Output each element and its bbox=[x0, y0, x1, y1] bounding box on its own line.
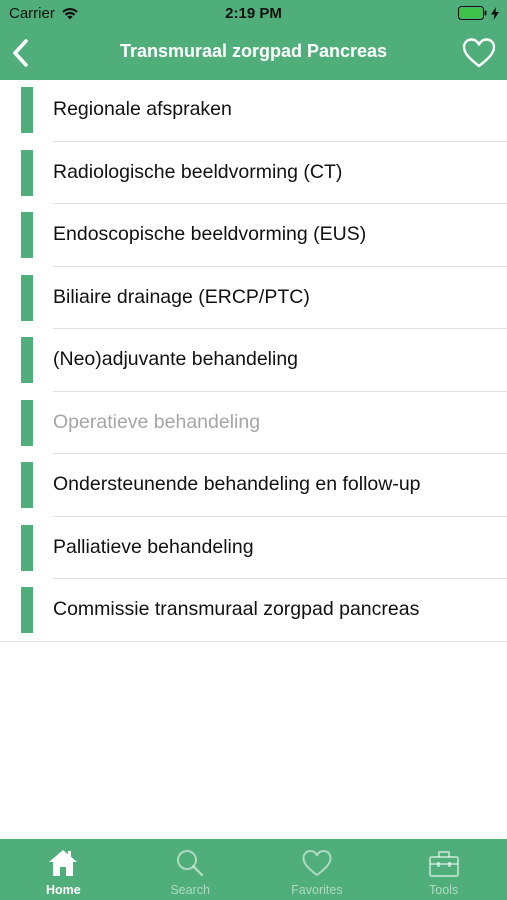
list-item-disabled: Operatieve behandeling bbox=[0, 392, 507, 454]
list-item-marker bbox=[21, 337, 33, 383]
list-item[interactable]: Biliaire drainage (ERCP/PTC) bbox=[0, 267, 507, 329]
list-item-label: (Neo)adjuvante behandeling bbox=[53, 348, 299, 370]
list-item-marker bbox=[21, 587, 33, 633]
top-bar: Carrier 2:19 PM Transmuraal zorgpad Panc… bbox=[0, 0, 507, 80]
list-item[interactable]: Radiologische beeldvorming (CT) bbox=[0, 142, 507, 204]
list-item-marker bbox=[21, 149, 33, 196]
navigation-bar: Transmuraal zorgpad Pancreas bbox=[0, 28, 507, 80]
heart-outline-icon bbox=[462, 38, 496, 68]
topic-list: Regionale afspraken Radiologische beeldv… bbox=[0, 79, 507, 642]
tab-favorites[interactable]: Favorites bbox=[254, 839, 381, 900]
heart-icon bbox=[302, 850, 332, 876]
list-item[interactable]: Regionale afspraken bbox=[0, 79, 507, 142]
list-item-marker bbox=[21, 274, 33, 321]
list-item-marker bbox=[21, 524, 33, 571]
chevron-left-icon bbox=[13, 39, 28, 67]
list-item-label: Palliatieve behandeling bbox=[53, 535, 254, 558]
tab-label: Tools bbox=[429, 883, 459, 897]
tab-label: Home bbox=[46, 883, 81, 897]
list-item-label: Endoscopische beeldvorming (EUS) bbox=[53, 223, 367, 245]
battery-icon bbox=[458, 6, 487, 20]
tab-bar: Home Search Favorites Tools bbox=[0, 839, 507, 900]
tab-search[interactable]: Search bbox=[127, 839, 254, 900]
page-title: Transmuraal zorgpad Pancreas bbox=[119, 41, 388, 61]
list-item-marker bbox=[21, 212, 33, 258]
list-item-label: Operatieve behandeling bbox=[53, 410, 261, 433]
status-bar: Carrier 2:19 PM bbox=[0, 0, 507, 28]
tab-label: Search bbox=[170, 883, 210, 897]
list-item[interactable]: Endoscopische beeldvorming (EUS) bbox=[0, 204, 507, 267]
search-icon bbox=[177, 850, 204, 877]
list-item-marker bbox=[21, 87, 33, 133]
tab-label: Favorites bbox=[291, 883, 343, 897]
battery-group bbox=[458, 6, 499, 20]
tab-home[interactable]: Home bbox=[0, 839, 127, 900]
list-item-label: Ondersteunende behandeling en follow-up bbox=[53, 473, 421, 495]
list-item[interactable]: Ondersteunende behandeling en follow-up bbox=[0, 454, 507, 517]
list-item-marker bbox=[21, 399, 33, 446]
favorite-button[interactable] bbox=[461, 36, 497, 70]
list-item-label: Commissie transmuraal zorgpad pancreas bbox=[53, 598, 420, 620]
list-item-label: Biliaire drainage (ERCP/PTC) bbox=[53, 285, 310, 308]
tab-tools[interactable]: Tools bbox=[380, 839, 507, 900]
charging-bolt-icon bbox=[491, 6, 499, 20]
toolbox-icon bbox=[428, 851, 459, 877]
list-item[interactable]: (Neo)adjuvante behandeling bbox=[0, 329, 507, 392]
back-button[interactable] bbox=[8, 36, 36, 70]
list-item[interactable]: Palliatieve behandeling bbox=[0, 517, 507, 579]
list-item[interactable]: Commissie transmuraal zorgpad pancreas bbox=[0, 579, 507, 642]
home-icon bbox=[49, 850, 78, 876]
status-time: 2:19 PM bbox=[225, 5, 282, 22]
list-item-marker bbox=[21, 462, 33, 508]
list-item-label: Radiologische beeldvorming (CT) bbox=[53, 160, 343, 183]
divider bbox=[0, 640, 507, 642]
list-item-label: Regionale afspraken bbox=[53, 98, 232, 120]
